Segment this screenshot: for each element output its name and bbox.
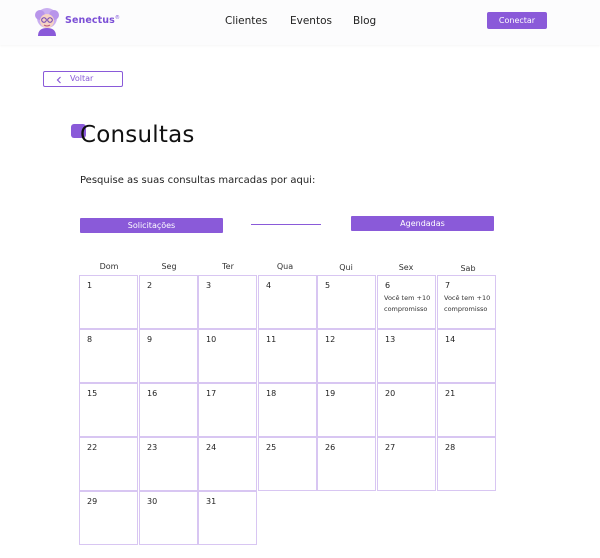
calendar-day[interactable]: 1 (79, 275, 138, 329)
nav-eventos[interactable]: Eventos (290, 15, 332, 27)
day-number: 14 (445, 335, 456, 344)
weekday-seg: Seg (161, 262, 177, 271)
calendar-day[interactable]: 30 (139, 491, 198, 545)
day-number: 23 (147, 443, 158, 452)
day-number: 18 (266, 389, 277, 398)
day-number: 3 (206, 281, 212, 290)
day-number: 13 (385, 335, 396, 344)
back-button-label: Voltar (70, 74, 94, 83)
weekday-sex: Sex (398, 263, 414, 272)
weekday-sab: Sab (460, 264, 476, 273)
day-number: 28 (445, 443, 456, 452)
tab-solicitacoes[interactable]: Solicitações (80, 218, 223, 233)
day-number: 25 (266, 443, 277, 452)
day-number: 8 (87, 335, 93, 344)
calendar-day[interactable]: 9 (139, 329, 198, 383)
calendar-day[interactable]: 21 (437, 383, 496, 437)
day-number: 6 (385, 281, 391, 290)
day-number: 12 (325, 335, 336, 344)
weekday-qui: Qui (339, 263, 353, 272)
day-number: 4 (266, 281, 272, 290)
appointment-note: Você tem +10 compromisso (444, 294, 491, 313)
calendar-day[interactable]: 14 (437, 329, 496, 383)
day-number: 16 (147, 389, 158, 398)
calendar-day[interactable]: 8 (79, 329, 138, 383)
calendar-day[interactable]: 5 (317, 275, 376, 329)
tab-divider (251, 224, 321, 225)
calendar-day[interactable]: 25 (258, 437, 317, 491)
day-number: 24 (206, 443, 217, 452)
calendar-day[interactable]: 3 (198, 275, 257, 329)
day-number: 2 (147, 281, 153, 290)
weekday-qua: Qua (276, 262, 294, 271)
weekday-dom: Dom (99, 262, 119, 271)
day-number: 9 (147, 335, 153, 344)
day-number: 21 (445, 389, 456, 398)
appointment-note: Você tem +10 compromisso (384, 294, 431, 313)
calendar-day[interactable]: 17 (198, 383, 257, 437)
day-number: 22 (87, 443, 98, 452)
day-number: 30 (147, 497, 158, 506)
calendar-day[interactable]: 31 (198, 491, 257, 545)
calendar-day[interactable]: 12 (317, 329, 376, 383)
day-number: 26 (325, 443, 336, 452)
calendar-day[interactable]: 23 (139, 437, 198, 491)
grandma-avatar-icon (35, 8, 59, 36)
day-number: 10 (206, 335, 217, 344)
calendar-day[interactable]: 19 (317, 383, 376, 437)
day-number: 27 (385, 443, 396, 452)
page-subtitle: Pesquise as suas consultas marcadas por … (80, 175, 316, 186)
day-number: 15 (87, 389, 98, 398)
calendar-day[interactable]: 15 (79, 383, 138, 437)
day-number: 5 (325, 281, 331, 290)
calendar-day[interactable]: 10 (198, 329, 257, 383)
nav-blog[interactable]: Blog (353, 15, 376, 27)
calendar-day[interactable]: 24 (198, 437, 257, 491)
calendar-day[interactable]: 2 (139, 275, 198, 329)
calendar-day[interactable]: 4 (258, 275, 317, 329)
calendar-day[interactable]: 29 (79, 491, 138, 545)
calendar-day[interactable]: 28 (437, 437, 496, 491)
back-button[interactable]: Voltar (43, 71, 123, 87)
brand-name: Senectus® (65, 15, 120, 27)
calendar-day[interactable]: 11 (258, 329, 317, 383)
day-number: 29 (87, 497, 98, 506)
page-title: Consultas (80, 122, 195, 148)
calendar-day[interactable]: 26 (317, 437, 376, 491)
day-number: 19 (325, 389, 336, 398)
calendar-day[interactable]: 27 (377, 437, 436, 491)
day-number: 11 (266, 335, 277, 344)
day-number: 7 (445, 281, 451, 290)
calendar-day[interactable]: 20 (377, 383, 436, 437)
calendar-day[interactable]: 22 (79, 437, 138, 491)
calendar-day[interactable]: 13 (377, 329, 436, 383)
tab-agendadas[interactable]: Agendadas (351, 216, 494, 231)
connect-button[interactable]: Conectar (487, 12, 547, 29)
day-number: 17 (206, 389, 217, 398)
calendar-day[interactable]: 16 (139, 383, 198, 437)
chevron-left-icon (56, 76, 61, 84)
weekday-ter: Ter (222, 262, 234, 271)
nav-clientes[interactable]: Clientes (225, 15, 267, 27)
calendar-day[interactable]: 18 (258, 383, 317, 437)
day-number: 31 (206, 497, 217, 506)
day-number: 20 (385, 389, 396, 398)
calendar-day[interactable]: 7 Você tem +10 compromisso (437, 275, 496, 329)
calendar-day[interactable]: 6 Você tem +10 compromisso (377, 275, 436, 329)
top-header: Senectus® Clientes Eventos Blog Conectar (0, 0, 600, 45)
day-number: 1 (87, 281, 93, 290)
brand-logo[interactable]: Senectus® (32, 6, 120, 36)
